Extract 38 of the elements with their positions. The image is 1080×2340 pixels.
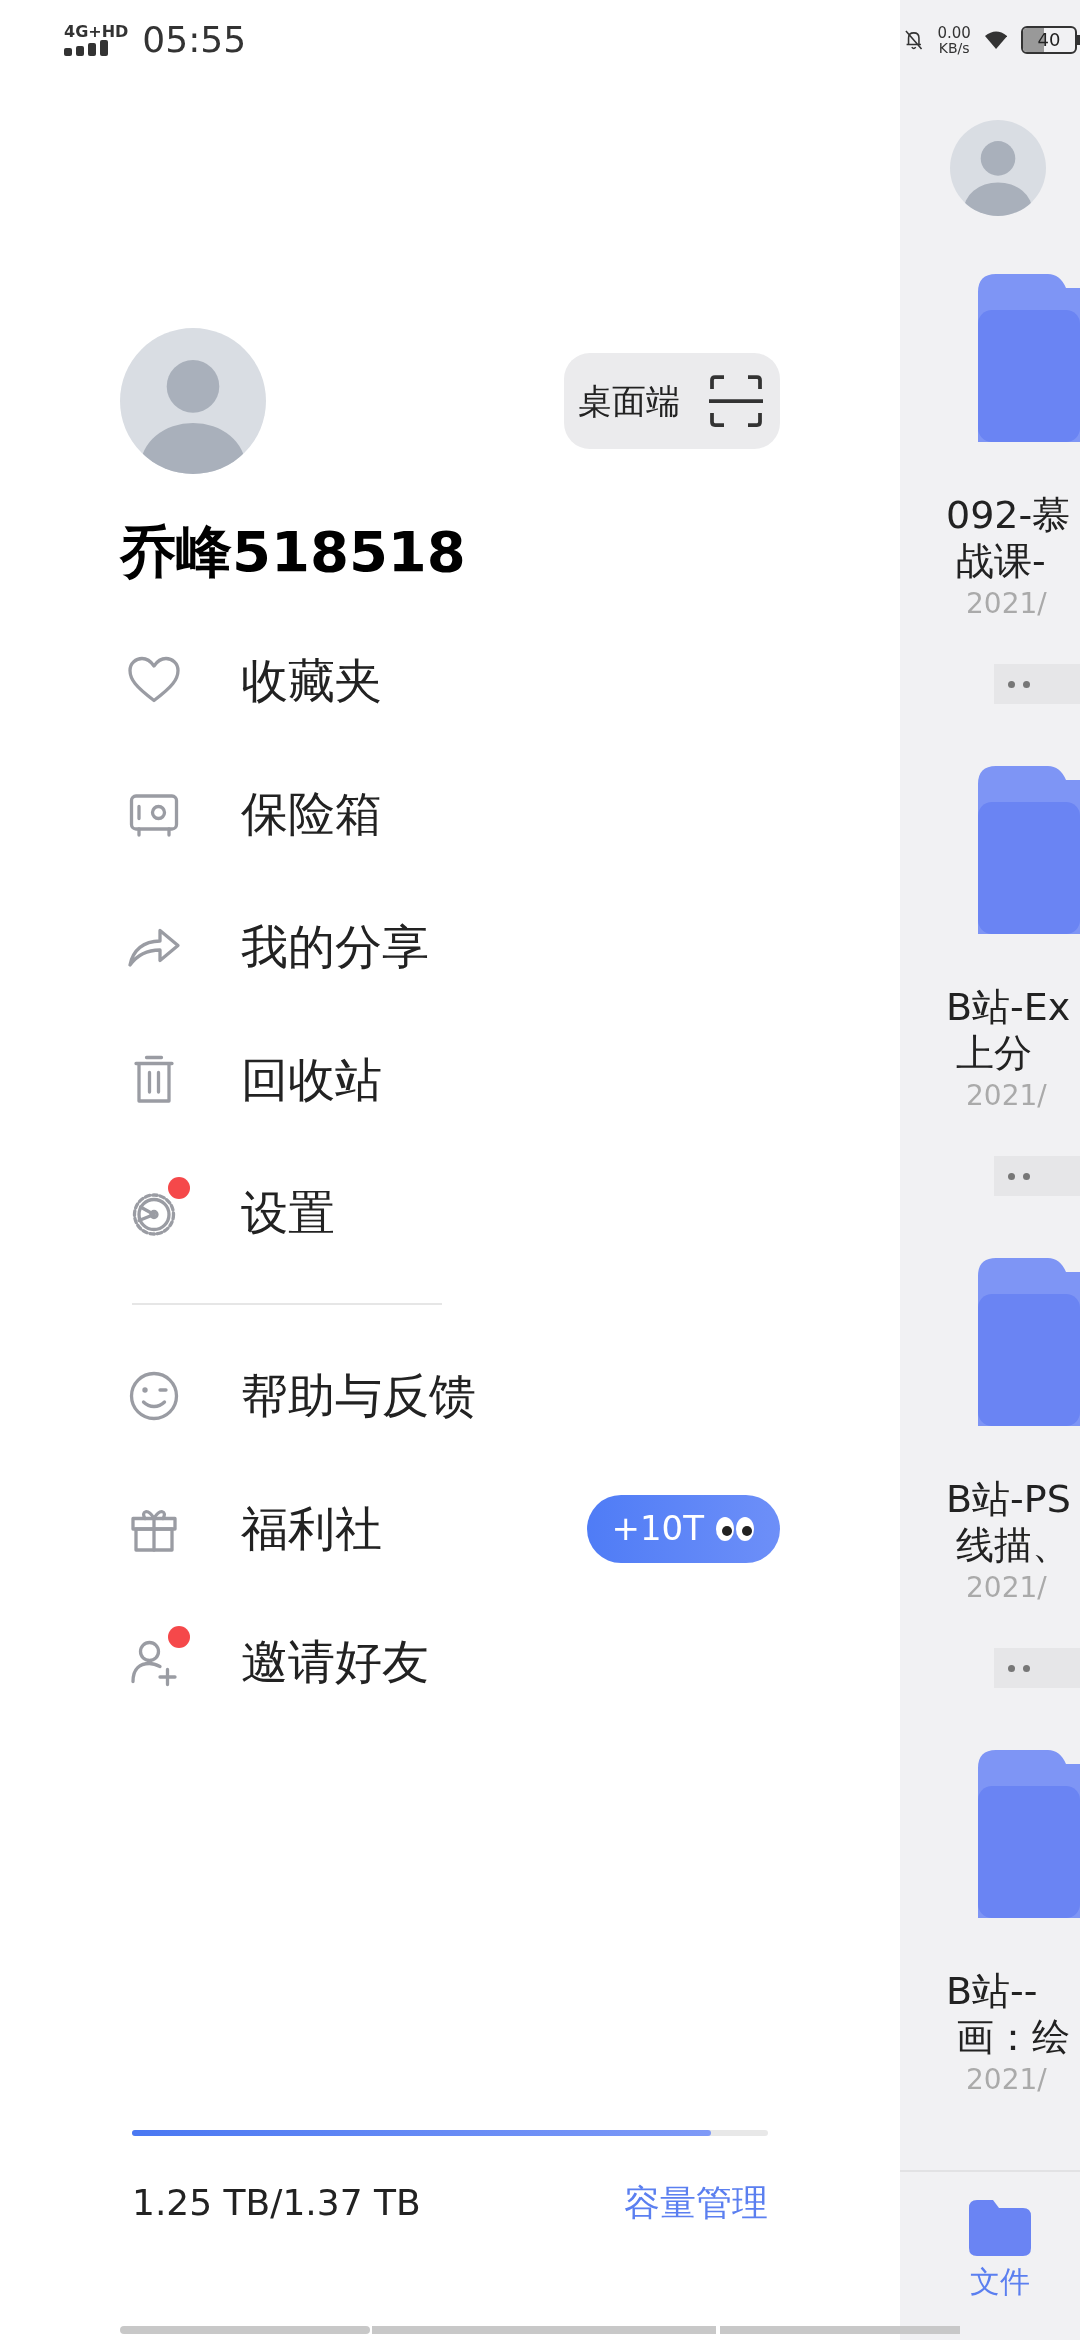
username: 乔峰518518 — [120, 524, 467, 580]
more-button[interactable] — [994, 1648, 1080, 1688]
desktop-button[interactable]: 桌面端 — [564, 353, 780, 449]
menu-item[interactable]: 设置 — [241, 1189, 335, 1236]
menu-item[interactable]: 收藏夹 — [241, 657, 382, 704]
folder-name: 092-慕 — [946, 492, 1071, 538]
folder-date: 2021/ — [966, 1570, 1047, 1606]
speed-value: 0.00 — [937, 25, 971, 41]
menu-item[interactable]: 帮助与反馈 — [241, 1372, 476, 1419]
folder-icon[interactable] — [978, 274, 1080, 442]
menu-item[interactable]: 保险箱 — [241, 790, 382, 837]
folder-name: B站-- — [946, 1968, 1038, 2014]
folder-icon[interactable] — [978, 1750, 1080, 1918]
folder-icon[interactable] — [978, 766, 1080, 934]
clock: 05:55 — [142, 18, 247, 62]
folder-icon — [969, 2200, 1031, 2256]
folder-name: 战课- — [956, 538, 1046, 584]
folder-name: 画：绘 — [956, 2014, 1070, 2060]
menu-item[interactable]: 回收站 — [241, 1056, 382, 1103]
storage-usage: 1.25 TB/1.37 TB — [132, 2181, 421, 2225]
battery-level: 40 — [1037, 31, 1061, 49]
capacity-management-link[interactable]: 容量管理 — [624, 2176, 768, 2230]
menu-item[interactable]: 我的分享 — [241, 923, 429, 970]
folder-date: 2021/ — [966, 2062, 1047, 2098]
folder-name: B站-Ex — [946, 984, 1071, 1030]
folder-name: 线描、 — [956, 1522, 1070, 1568]
more-button[interactable] — [994, 664, 1080, 704]
folder-name: 上分 — [956, 1030, 1032, 1076]
network-type: 4G+HD — [64, 24, 129, 40]
speed-unit: KB/s — [938, 40, 970, 55]
folder-name: B站-PS — [946, 1476, 1071, 1522]
folder-date: 2021/ — [966, 1078, 1047, 1114]
folder-icon[interactable] — [978, 1258, 1080, 1426]
menu-item[interactable]: 邀请好友 — [241, 1638, 429, 1685]
menu-item[interactable]: 福利社 — [241, 1505, 382, 1552]
eyes-icon — [714, 1514, 756, 1543]
more-button[interactable] — [994, 1156, 1080, 1196]
folder-date: 2021/ — [966, 586, 1047, 622]
